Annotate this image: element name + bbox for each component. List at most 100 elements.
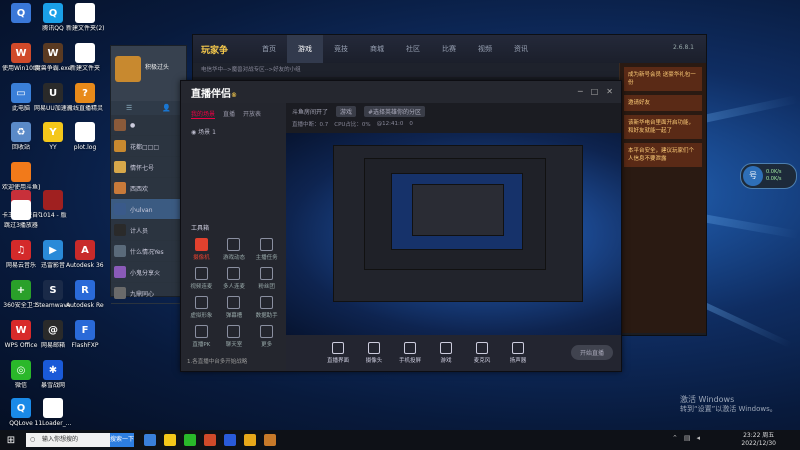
start-button[interactable]: ⊞ [0, 430, 22, 450]
tool-icon [227, 325, 241, 338]
toolbar-icon [440, 342, 452, 354]
app-icon: Y [43, 122, 63, 142]
room-category[interactable]: #选择英雄你的分区 [364, 105, 426, 117]
tool-button[interactable]: 粉丝团 [250, 267, 283, 290]
search-button[interactable]: 搜索一下 [110, 433, 134, 447]
desktop-icon[interactable]: F FlashFXP [66, 320, 104, 349]
promo-card[interactable]: 邀请好友 [624, 95, 702, 111]
tool-label: 聊天室 [225, 342, 243, 348]
toolbar-button[interactable]: 手机投屏 [398, 342, 422, 364]
clock[interactable]: 23:22 周五 2022/12/30 [741, 432, 776, 448]
desktop-icon[interactable]: ? 火线直播精灵 [66, 83, 104, 112]
minimize-icon[interactable]: ─ [578, 87, 583, 96]
tool-icon [260, 296, 274, 309]
nav-tab[interactable]: 比赛 [431, 35, 467, 63]
tool-button[interactable]: 视频连麦 [185, 267, 218, 290]
toolbar-button[interactable]: 摄像头 [362, 342, 386, 364]
avatar[interactable] [115, 56, 141, 82]
toolbar-button[interactable]: 直播界面 [326, 342, 350, 364]
desktop-icon[interactable]: ✱ 暴雪战网 [34, 360, 72, 389]
tool-button[interactable]: 虚拟形象 [185, 296, 218, 319]
tool-button[interactable]: 摄像机 [185, 238, 218, 261]
pinned-app-icon[interactable] [204, 434, 216, 446]
contact-name: ● [130, 121, 136, 129]
tool-button[interactable]: 多人连麦 [218, 267, 251, 290]
search-input[interactable]: 输入你想搜的 [26, 433, 110, 447]
promo-card[interactable]: 成为新号会员 送豪华礼包一份 [624, 67, 702, 91]
desktop-icon[interactable]: 1014 - 版 [34, 190, 72, 219]
list-item[interactable]: 小鬼分享火 [111, 262, 186, 283]
tool-button[interactable]: 弹幕槽 [218, 296, 251, 319]
network-speed-widget[interactable]: 号 0.0K/s 0.0K/s [740, 163, 797, 189]
taskbar: ⊞ 输入你想搜的 搜索一下 ⌃ ▤ ◂ 23:22 周五2022/12/30 [0, 430, 800, 450]
tool-button[interactable]: 更多 [250, 325, 283, 348]
nav-tab[interactable]: 首页 [251, 35, 287, 63]
contact-name: 情怀七号 [130, 164, 155, 172]
qq-header: 积极过头 [111, 46, 186, 101]
toolbar-button[interactable]: 游戏 [434, 342, 458, 364]
avatar [114, 119, 126, 131]
pinned-app-icon[interactable] [164, 434, 176, 446]
network-icon[interactable]: ▤ [684, 434, 691, 442]
room-title[interactable]: 斗鱼房间开了 [292, 107, 328, 116]
tool-button[interactable]: 游戏动态 [218, 238, 251, 261]
app-icon: A [75, 240, 95, 260]
chevron-up-icon[interactable]: ⌃ [672, 434, 678, 442]
toolbar-button[interactable]: 麦克风 [470, 342, 494, 364]
stream-preview[interactable] [286, 133, 621, 335]
desktop-icon[interactable]: 新建文件夹 [66, 43, 104, 72]
tool-button[interactable]: 直播PK [185, 325, 218, 348]
nav-tab[interactable]: 视频 [467, 35, 503, 63]
room-tag[interactable]: 游戏 [336, 105, 357, 117]
desktop-icon[interactable]: R Autodesk ReCap [66, 280, 104, 309]
toolbar-button[interactable]: 扬声器 [506, 342, 530, 364]
desktop-icon[interactable]: 欢迎使用斗鱼直播助手 [2, 162, 40, 191]
pinned-app-icon[interactable] [264, 434, 276, 446]
scene-tab[interactable]: 我的场景 [191, 109, 216, 119]
nav-tab[interactable]: 游戏 [287, 35, 323, 63]
scene-tab[interactable]: 开放表 [243, 109, 261, 119]
close-icon[interactable]: ✕ [606, 87, 613, 96]
tab-messages[interactable]: ☰ [126, 104, 132, 112]
desktop-icon[interactable]: 新建文件夹(2) [66, 3, 104, 32]
maximize-icon[interactable]: □ [591, 87, 599, 96]
desktop-icon[interactable]: plot.log [66, 122, 104, 151]
tool-button[interactable]: 主播任务 [250, 238, 283, 261]
app-icon: ♫ [11, 240, 31, 260]
desktop-icon[interactable]: 11Loader_... [34, 398, 72, 427]
list-item[interactable]: 花都□□□ [111, 136, 186, 157]
nav-tab[interactable]: 商城 [359, 35, 395, 63]
scene-tab[interactable]: 直播 [223, 109, 235, 119]
nav-tab[interactable]: 资讯 [503, 35, 539, 63]
desktop-icon[interactable]: A Autodesk 360 [66, 240, 104, 269]
toolbar-label: 麦克风 [473, 358, 491, 364]
promo-card[interactable]: 本平台安全，建议玩家们个人信息不要泄露 [624, 143, 702, 167]
tool-button[interactable]: 聊天室 [218, 325, 251, 348]
list-item[interactable]: 九鼎同心 [111, 283, 186, 304]
volume-icon[interactable]: ◂ [696, 434, 700, 442]
list-item[interactable]: 小ulvan [111, 199, 186, 220]
list-item[interactable]: ● [111, 115, 186, 136]
tool-label: 更多 [261, 342, 273, 348]
pinned-app-icon[interactable] [144, 434, 156, 446]
pinned-app-icon[interactable] [224, 434, 236, 446]
start-live-button[interactable]: 开始直播 [570, 345, 613, 360]
desktop-icon-label: 新建文件夹 [69, 65, 100, 72]
viewer-stat: 0 [409, 121, 413, 127]
game-nav: 首页 游戏 竞技 商城 社区 比赛 视频 资讯 [251, 35, 539, 63]
list-item[interactable]: 计人员 [111, 220, 186, 241]
scene-item[interactable]: ◉ 场景 1 [181, 125, 286, 138]
tool-button[interactable]: 数据助手 [250, 296, 283, 319]
list-item[interactable]: 西西欢 [111, 178, 186, 199]
tab-contacts[interactable]: 👤 [162, 104, 171, 112]
qq-contact-list: ● 花都□□□ 情怀七号西西欢 小ulvan 计人员 什么情况Yes 小鬼分享火 九鼎同心 [111, 115, 186, 304]
pinned-app-icon[interactable] [244, 434, 256, 446]
nav-tab[interactable]: 竞技 [323, 35, 359, 63]
tool-label: 弹幕槽 [225, 313, 243, 319]
list-item[interactable]: 情怀七号 [111, 157, 186, 178]
pinned-app-icon[interactable] [184, 434, 196, 446]
promo-card[interactable]: 该新华电台里面开启功能，和好友就能一起了 [624, 115, 702, 139]
nav-tab[interactable]: 社区 [395, 35, 431, 63]
list-item[interactable]: 什么情况Yes [111, 241, 186, 262]
qq-main-window: 积极过头 ☰ 👤 ● 花都□□□ 情怀七号西西欢 小ulvan 计人员 什么情况Yes 小鬼… [110, 45, 187, 304]
